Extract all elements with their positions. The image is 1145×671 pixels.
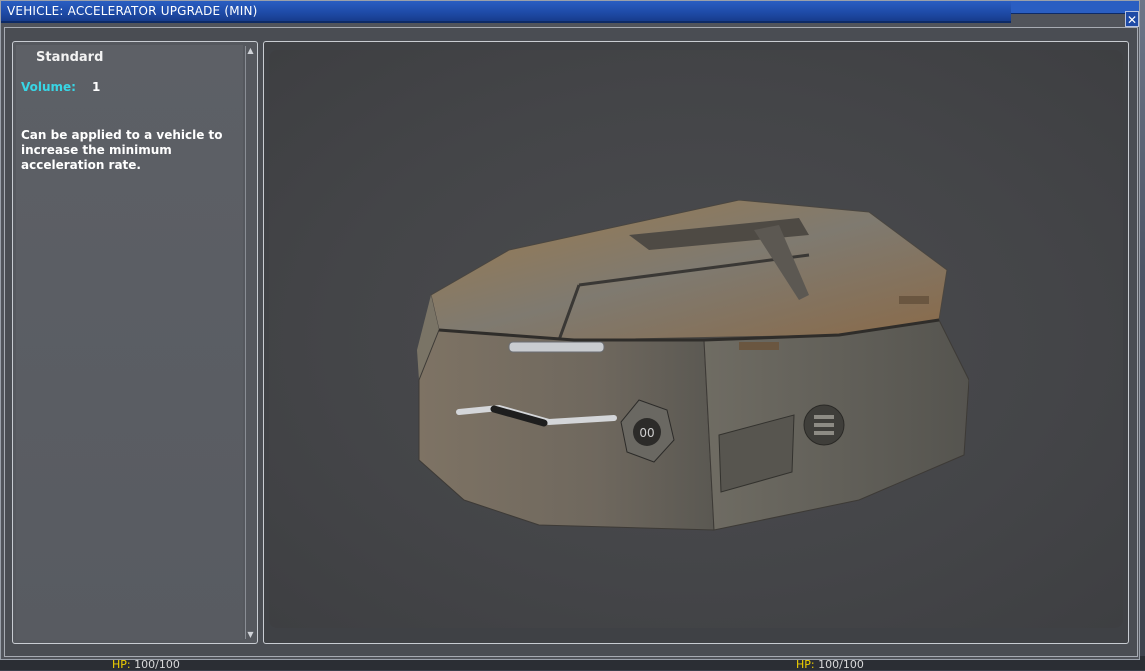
details-scrollbar[interactable]: ▲ ▼: [245, 46, 255, 639]
close-icon: ✕: [1126, 13, 1138, 27]
window-title: VEHICLE: ACCELERATOR UPGRADE (MIN): [7, 4, 258, 18]
accelerator-upgrade-model: 00: [417, 200, 969, 531]
volume-label: Volume:: [21, 80, 76, 94]
arrow-down-icon[interactable]: ▼: [246, 630, 255, 639]
close-button[interactable]: ✕: [1125, 11, 1139, 27]
details-content: Standard Volume: 1 Can be applied to a v…: [16, 45, 243, 640]
titlebar-extension: [1011, 1, 1139, 14]
svg-text:00: 00: [639, 426, 654, 440]
item-description: Can be applied to a vehicle to increase …: [21, 128, 223, 172]
item-info-window: VEHICLE: ACCELERATOR UPGRADE (MIN) ✕ Sta…: [0, 0, 1140, 660]
item-details-panel: Standard Volume: 1 Can be applied to a v…: [12, 41, 258, 644]
window-titlebar[interactable]: VEHICLE: ACCELERATOR UPGRADE (MIN): [1, 1, 1011, 23]
item-grade: Standard: [36, 50, 104, 65]
volume-value: 1: [92, 80, 101, 94]
model-viewport[interactable]: 00: [269, 50, 1123, 628]
arrow-up-icon[interactable]: ▲: [246, 46, 255, 55]
model-view-panel: 00: [263, 41, 1129, 644]
